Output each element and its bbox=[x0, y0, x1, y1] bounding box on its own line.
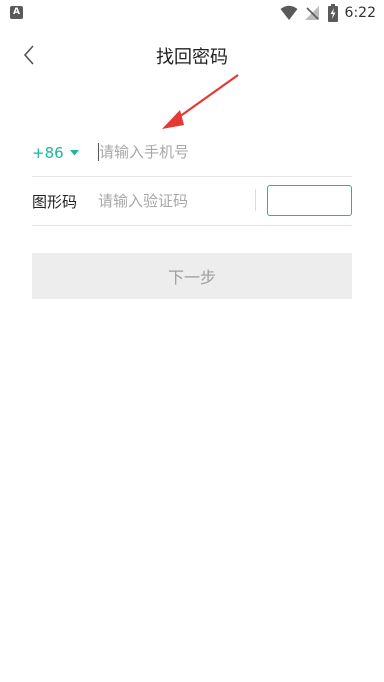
status-bar: A 6:22 bbox=[0, 0, 384, 27]
status-time: 6:22 bbox=[344, 5, 376, 21]
captcha-divider bbox=[255, 189, 256, 211]
nav-bar: 找回密码 bbox=[0, 27, 384, 85]
caret-down-icon bbox=[69, 142, 79, 160]
captcha-input[interactable] bbox=[98, 190, 248, 212]
country-code-selector[interactable]: +86 bbox=[32, 142, 79, 162]
signal-off-icon bbox=[305, 6, 319, 20]
phone-input[interactable] bbox=[99, 141, 339, 163]
app-notification-icon: A bbox=[10, 6, 23, 19]
page-title: 找回密码 bbox=[156, 47, 228, 68]
phone-row: +86 bbox=[32, 128, 352, 177]
captcha-label: 图形码 bbox=[32, 193, 78, 211]
wifi-icon bbox=[280, 5, 298, 20]
country-code-label: +86 bbox=[32, 144, 64, 162]
battery-charging-icon bbox=[328, 4, 338, 22]
captcha-image[interactable] bbox=[267, 185, 352, 216]
next-step-button[interactable]: 下一步 bbox=[32, 253, 352, 299]
captcha-row: 图形码 bbox=[32, 177, 352, 226]
